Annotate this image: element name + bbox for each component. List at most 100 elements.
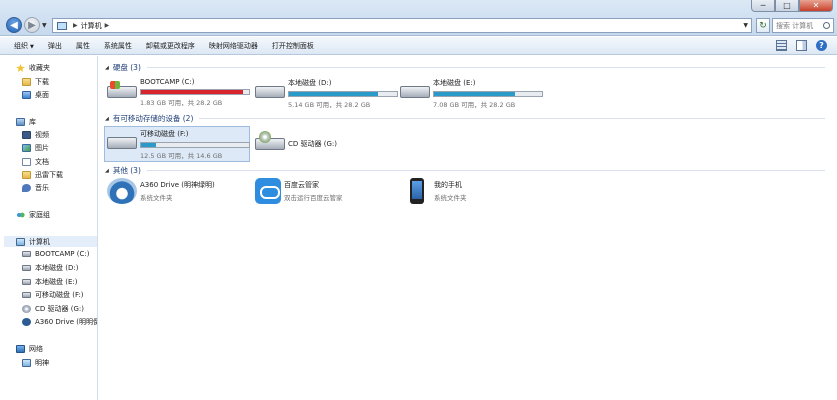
help-icon[interactable]: ? — [816, 40, 827, 51]
recent-pages-dropdown[interactable]: ▼ — [42, 22, 47, 29]
item-name: A360 Drive (明神绿明) — [140, 181, 215, 189]
sidebar-item-drive-e[interactable]: 本地磁盘 (E:) — [22, 277, 77, 287]
capacity-fill — [141, 90, 243, 94]
breadcrumb-computer[interactable]: 计算机 — [81, 21, 102, 31]
preview-pane-icon[interactable] — [796, 40, 807, 51]
drive-tile-c[interactable]: BOOTCAMP (C:) 1.83 GB 可用，共 28.2 GB — [107, 76, 252, 110]
sidebar-item-documents[interactable]: 文档 — [22, 157, 49, 167]
video-icon — [22, 131, 31, 139]
item-tile-baidu-cloud[interactable]: 百度云管家 双击运行百度云管家 — [255, 178, 400, 212]
refresh-button[interactable]: ↻ — [756, 18, 770, 33]
cd-drive-icon — [22, 305, 31, 313]
maximize-button[interactable]: □ — [775, 0, 799, 12]
drive-info: 5.14 GB 可用，共 28.2 GB — [288, 101, 371, 109]
music-icon — [22, 184, 31, 192]
search-input[interactable]: 搜索 计算机 — [772, 18, 834, 33]
sidebar-item-music[interactable]: 音乐 — [22, 183, 49, 193]
group-header-removable[interactable]: ◢ 有可移动存储的设备 (2) — [105, 113, 825, 124]
item-subtitle: 系统文件夹 — [140, 194, 173, 202]
sidebar-homegroup[interactable]: 家庭组 — [16, 210, 50, 220]
refresh-icon: ↻ — [759, 20, 767, 31]
capacity-bar — [140, 142, 250, 148]
sidebar-item-drive-c[interactable]: BOOTCAMP (C:) — [22, 250, 89, 258]
system-properties-button[interactable]: 系统属性 — [104, 41, 132, 51]
pictures-icon — [22, 144, 31, 152]
open-control-panel-button[interactable]: 打开控制面板 — [272, 41, 314, 51]
drive-info: 12.5 GB 可用，共 14.6 GB — [140, 152, 223, 160]
capacity-bar — [288, 91, 398, 97]
sidebar-item-desktop[interactable]: 桌面 — [22, 90, 49, 100]
chevron-down-icon: ▼ — [30, 43, 34, 50]
sidebar-favorites[interactable]: 收藏夹 — [16, 63, 50, 73]
capacity-bar — [433, 91, 543, 97]
sidebar-computer[interactable]: 计算机 — [4, 236, 97, 247]
item-tile-a360[interactable]: A360 Drive (明神绿明) 系统文件夹 — [107, 178, 252, 212]
item-subtitle: 系统文件夹 — [434, 194, 467, 202]
removable-drive-icon — [22, 292, 31, 298]
collapse-icon[interactable]: ◢ — [105, 65, 109, 71]
change-view-icon[interactable] — [776, 40, 787, 51]
collapse-icon[interactable]: ◢ — [105, 168, 109, 174]
sidebar-item-pictures[interactable]: 图片 — [22, 143, 49, 153]
document-icon — [22, 158, 31, 166]
removable-drive-icon — [107, 137, 137, 149]
item-subtitle: 双击运行百度云管家 — [284, 194, 343, 202]
sidebar-item-drive-f[interactable]: 可移动磁盘 (F:) — [22, 290, 84, 300]
drive-name: 本地磁盘 (D:) — [288, 79, 332, 87]
divider — [146, 170, 825, 171]
sidebar-item-network-pc[interactable]: 明神 — [22, 358, 49, 368]
drive-tile-e[interactable]: 本地磁盘 (E:) 7.08 GB 可用，共 28.2 GB — [400, 76, 550, 110]
sidebar-libraries[interactable]: 库 — [16, 117, 36, 127]
drive-tile-f[interactable]: 可移动磁盘 (F:) 12.5 GB 可用，共 14.6 GB — [104, 126, 250, 162]
drive-tile-d[interactable]: 本地磁盘 (D:) 5.14 GB 可用，共 28.2 GB — [255, 76, 400, 110]
back-button[interactable]: ◀ — [6, 17, 22, 33]
divider — [146, 67, 825, 68]
group-header-hdd[interactable]: ◢ 硬盘 (3) — [105, 62, 825, 73]
arrow-right-icon: ▶ — [28, 19, 36, 31]
group-label: 有可移动存储的设备 (2) — [112, 114, 194, 123]
capacity-fill — [434, 92, 515, 96]
map-network-drive-button[interactable]: 映射网络驱动器 — [209, 41, 258, 51]
sidebar-item-thunder-downloads[interactable]: 迅雷下载 — [22, 170, 63, 180]
drive-name: CD 驱动器 (G:) — [288, 140, 337, 148]
forward-button[interactable]: ▶ — [24, 17, 40, 33]
phone-icon — [410, 178, 424, 204]
navigation-pane: 收藏夹 下载 桌面 库 视频 图片 文档 迅雷下载 音乐 家庭组 计算机 BOO… — [0, 56, 98, 400]
sidebar-item-a360[interactable]: A360 Drive (明明倒月 — [22, 317, 97, 327]
windows-drive-icon — [107, 81, 137, 98]
content-pane: ◢ 硬盘 (3) BOOTCAMP (C:) 1.83 GB 可用，共 28.2… — [99, 56, 837, 400]
capacity-bar — [140, 89, 250, 95]
close-button[interactable]: ✕ — [799, 0, 833, 12]
collapse-icon[interactable]: ◢ — [105, 116, 109, 122]
network-icon — [16, 345, 25, 353]
uninstall-program-button[interactable]: 卸载或更改程序 — [146, 41, 195, 51]
group-header-other[interactable]: ◢ 其他 (3) — [105, 165, 825, 176]
sidebar-item-downloads[interactable]: 下载 — [22, 77, 49, 87]
computer-icon — [57, 21, 67, 30]
computer-icon — [22, 359, 31, 367]
drive-info: 7.08 GB 可用，共 28.2 GB — [433, 101, 516, 109]
hard-drive-icon — [22, 265, 31, 271]
cd-drive-icon — [255, 131, 285, 150]
drive-name: BOOTCAMP (C:) — [140, 78, 195, 86]
eject-button[interactable]: 弹出 — [48, 41, 62, 51]
hard-drive-icon — [400, 86, 430, 98]
breadcrumb-separator-icon[interactable]: ▶ — [105, 22, 110, 29]
breadcrumb-separator-icon[interactable]: ▶ — [73, 22, 78, 29]
drive-tile-g[interactable]: CD 驱动器 (G:) — [255, 128, 400, 162]
sidebar-item-drive-d[interactable]: 本地磁盘 (D:) — [22, 263, 78, 273]
computer-icon — [16, 237, 25, 246]
organize-button[interactable]: 组织 ▼ — [14, 41, 34, 51]
group-label: 硬盘 (3) — [112, 63, 141, 72]
address-dropdown-icon[interactable]: ▼ — [743, 22, 748, 29]
item-name: 我的手机 — [434, 181, 462, 189]
group-label: 其他 (3) — [112, 166, 141, 175]
sidebar-item-drive-g[interactable]: CD 驱动器 (G:) — [22, 304, 84, 314]
properties-button[interactable]: 属性 — [76, 41, 90, 51]
item-tile-my-phone[interactable]: 我的手机 系统文件夹 — [404, 178, 549, 212]
minimize-button[interactable]: ─ — [751, 0, 775, 12]
address-bar[interactable]: ▶ 计算机 ▶ ▼ — [52, 18, 752, 33]
sidebar-item-videos[interactable]: 视频 — [22, 130, 49, 140]
sidebar-network[interactable]: 网络 — [16, 344, 43, 354]
hard-drive-icon — [22, 251, 31, 257]
